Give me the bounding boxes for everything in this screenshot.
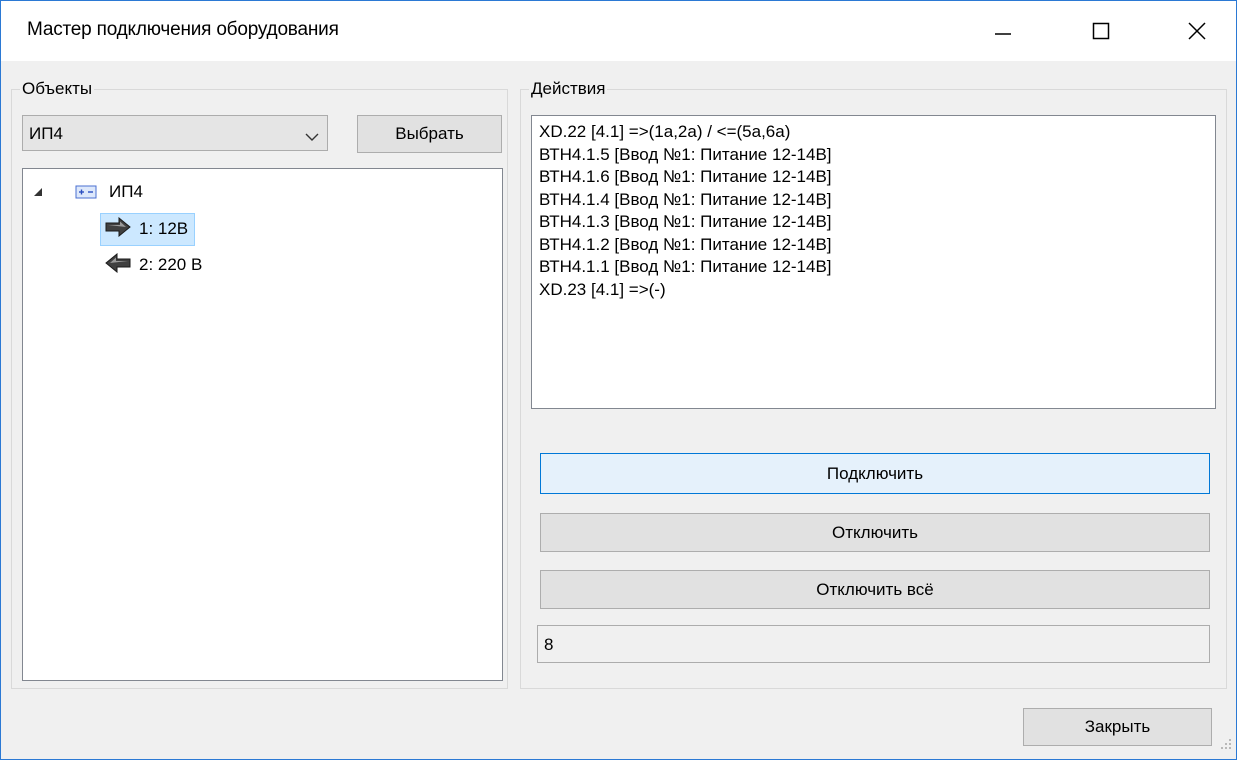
dialog-window: Мастер подключения оборудования Объекты … <box>0 0 1237 760</box>
disconnect-button[interactable]: Отключить <box>540 513 1210 552</box>
chevron-down-icon[interactable] <box>305 127 319 147</box>
tree-node-220v[interactable]: 2: 220 В <box>100 250 209 280</box>
object-combobox[interactable]: ИП4 <box>22 115 328 151</box>
window-title: Мастер подключения оборудования <box>27 19 339 40</box>
disconnect-all-button-label: Отключить всё <box>816 579 934 599</box>
objects-tree[interactable]: ИП4 1: 12В 2: 220 В <box>22 168 503 681</box>
arrow-left-icon <box>105 252 131 278</box>
maximize-button[interactable] <box>1071 1 1131 61</box>
tree-node-label: 2: 220 В <box>139 255 203 274</box>
list-item[interactable]: ВТН4.1.4 [Ввод №1: Питание 12-14В] <box>539 189 1215 212</box>
title-bar[interactable]: Мастер подключения оборудования <box>1 1 1236 61</box>
device-icon <box>75 184 97 200</box>
tree-node-label: 1: 12В <box>139 219 189 238</box>
connect-button-label: Подключить <box>826 463 924 483</box>
resize-grip-icon[interactable] <box>1220 735 1232 755</box>
tree-root-label: ИП4 <box>109 182 143 201</box>
close-window-button[interactable] <box>1167 1 1227 61</box>
list-item[interactable]: XD.22 [4.1] =>(1a,2a) / <=(5a,6a) <box>539 121 1215 144</box>
disconnect-button-label: Отключить <box>832 522 918 542</box>
list-item[interactable]: ВТН4.1.2 [Ввод №1: Питание 12-14В] <box>539 234 1215 257</box>
minimize-icon <box>995 33 1011 35</box>
close-icon <box>1188 22 1206 40</box>
select-button[interactable]: Выбрать <box>357 115 502 153</box>
select-button-label: Выбрать <box>395 124 464 143</box>
minimize-button[interactable] <box>973 1 1033 61</box>
list-item[interactable]: ВТН4.1.1 [Ввод №1: Питание 12-14В] <box>539 256 1215 279</box>
actions-listbox[interactable]: XD.22 [4.1] =>(1a,2a) / <=(5a,6a) ВТН4.1… <box>531 115 1216 409</box>
maximize-icon <box>1092 22 1110 40</box>
count-field: 8 <box>537 625 1210 663</box>
actions-group-label: Действия <box>529 79 608 99</box>
objects-group-label: Объекты <box>20 79 95 99</box>
list-item[interactable]: ВТН4.1.3 [Ввод №1: Питание 12-14В] <box>539 211 1215 234</box>
arrow-right-icon <box>105 216 131 242</box>
expander-icon[interactable] <box>33 186 45 198</box>
tree-node-12v[interactable]: 1: 12В <box>100 212 196 246</box>
list-item[interactable]: XD.23 [4.1] =>(-) <box>539 279 1215 302</box>
tree-node-root[interactable]: ИП4 <box>33 177 143 207</box>
connect-button[interactable]: Подключить <box>540 453 1210 494</box>
list-item[interactable]: ВТН4.1.5 [Ввод №1: Питание 12-14В] <box>539 144 1215 167</box>
close-button[interactable]: Закрыть <box>1023 708 1212 746</box>
close-button-label: Закрыть <box>1084 717 1151 736</box>
combo-value: ИП4 <box>29 124 63 143</box>
disconnect-all-button[interactable]: Отключить всё <box>540 570 1210 609</box>
list-item[interactable]: ВТН4.1.6 [Ввод №1: Питание 12-14В] <box>539 166 1215 189</box>
